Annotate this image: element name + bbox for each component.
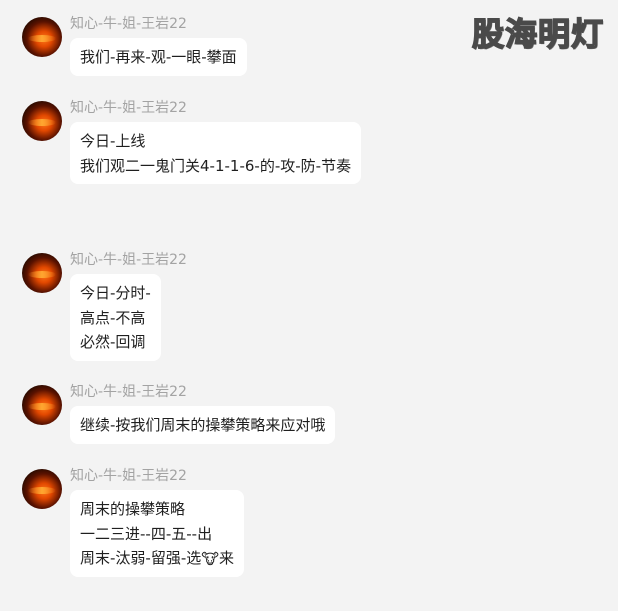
message-text: 高点-不高 [80, 308, 146, 327]
message-text: 我们观二一鬼门关4-1-1-6-的-攻-防-节奏 [80, 156, 352, 175]
message-bubble[interactable]: 今日-上线 我们观二一鬼门关4-1-1-6-的-攻-防-节奏 [70, 122, 362, 184]
message-text: 来 [219, 549, 235, 567]
message-bubble[interactable]: 周末的操攀策略 一二三进--四-五--出 周末-汰弱-留强-选🐮来 [70, 490, 245, 577]
message-text: 今日-上线 [80, 132, 146, 150]
sender-name: 知心-牛-姐-王岩22 [70, 384, 187, 400]
message-bubble[interactable]: 今日-分时- 高点-不高 必然-回调 [70, 274, 161, 361]
sender-name: 知心-牛-姐-王岩22 [70, 16, 187, 32]
message-text: 我们-再来-观-一眼-攀面 [80, 48, 237, 66]
sunset-icon [28, 403, 56, 410]
cow-emoji-icon: 🐮 [201, 550, 220, 568]
message-text: 周末的操攀策略 [80, 500, 186, 518]
avatar[interactable] [22, 101, 62, 141]
message-bubble[interactable]: 我们-再来-观-一眼-攀面 [70, 38, 247, 76]
sunset-icon [28, 35, 56, 42]
watermark-logo: 股海明灯 [471, 14, 604, 54]
message-text-line: 周末-汰弱-留强-选🐮来 [80, 546, 234, 571]
message-text: 一二三进--四-五--出 [80, 524, 213, 543]
sender-name: 知心-牛-姐-王岩22 [70, 252, 187, 268]
message-bubble[interactable]: 继续-按我们周末的操攀策略来应对哦 [70, 406, 336, 444]
avatar[interactable] [22, 469, 62, 509]
avatar[interactable] [22, 385, 62, 425]
chat-window: 股海明灯 知心-牛-姐-王岩22 我们-再来-观-一眼-攀面 知心-牛-姐-王岩… [0, 0, 618, 611]
avatar[interactable] [22, 253, 62, 293]
message-text: 继续-按我们周末的操攀策略来应对哦 [80, 416, 326, 434]
message-text: 今日-分时- [80, 284, 151, 302]
message-text: 周末-汰弱-留强-选 [80, 549, 202, 567]
sunset-icon [28, 119, 56, 126]
avatar[interactable] [22, 17, 62, 57]
message-text: 必然-回调 [80, 333, 146, 351]
sunset-icon [28, 271, 56, 278]
sender-name: 知心-牛-姐-王岩22 [70, 100, 187, 116]
sunset-icon [28, 487, 56, 494]
sender-name: 知心-牛-姐-王岩22 [70, 468, 187, 484]
